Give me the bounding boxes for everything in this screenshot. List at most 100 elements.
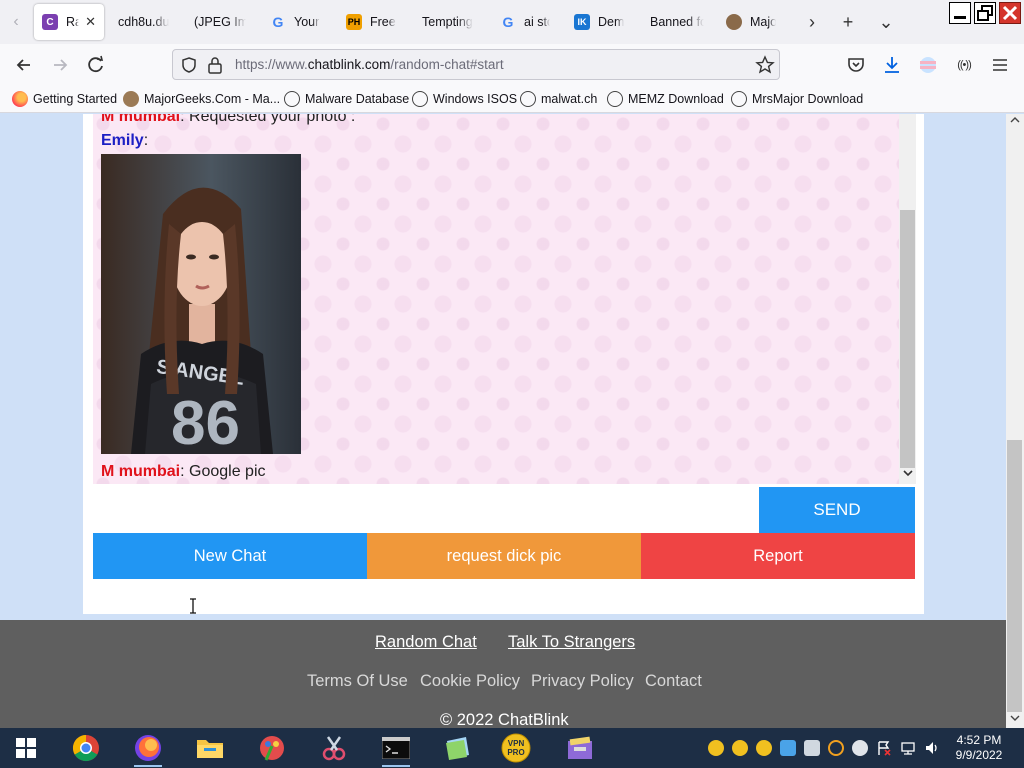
bookmark-memz-download[interactable]: MEMZ Download [607,91,724,107]
tab-major[interactable]: Major [718,4,784,40]
tab-label: Ran [66,15,80,29]
chat-actions: New Chat request dick pic Report [93,533,915,579]
bookmark-mrsmajor-download[interactable]: MrsMajor Download [731,91,863,107]
notes-icon[interactable] [442,732,474,764]
report-button[interactable]: Report [641,533,915,579]
footer-link-terms[interactable]: Terms Of Use [307,672,408,691]
firefox-icon[interactable] [132,732,164,767]
new-chat-button[interactable]: New Chat [93,533,367,579]
tab-label: (JPEG Ima [194,15,246,29]
tab-ai-stor[interactable]: G ai stor [492,4,558,40]
sender-name: M mumbai [101,463,181,480]
bookmark-getting-started[interactable]: Getting Started [12,91,117,107]
scroll-tabs-right-icon[interactable]: › [800,10,824,34]
vpn-tray-icon[interactable] [708,740,724,756]
tab-label: Your S [294,15,320,29]
message-input[interactable] [93,487,759,533]
flag-tray-icon[interactable] [876,740,892,756]
scissors-icon[interactable] [318,732,350,764]
message-composer: SEND [93,487,915,533]
footer-link-privacy-policy[interactable]: Privacy Policy [531,672,634,691]
chat-message: M mumbai: Google pic [101,463,266,481]
chat-scrollbar[interactable] [899,114,916,484]
close-tab-icon[interactable]: ✕ [85,14,96,30]
shared-photo[interactable]: S ANGEL 86 [101,154,301,454]
network-share-tray-icon[interactable] [780,740,796,756]
padlock-icon[interactable] [207,56,223,77]
network-tray-icon[interactable] [900,740,916,756]
minus-tray-icon[interactable] [852,740,868,756]
bookmark-star-icon[interactable] [755,55,775,78]
bookmarks-toolbar: Getting Started MajorGeeks.Com - Ma... M… [0,86,1024,113]
tab-tempting[interactable]: Tempting [414,4,482,40]
svg-text:VPN: VPN [508,739,525,748]
back-icon[interactable] [12,53,36,77]
extension-icon[interactable]: ((•)) [952,53,976,77]
archive-icon[interactable] [564,732,596,764]
vpn-tray-icon[interactable] [732,740,748,756]
scroll-tabs-left-icon[interactable]: ‹ [6,12,26,32]
footer-link-talk-to-strangers[interactable]: Talk To Strangers [508,633,635,652]
request-button[interactable]: request dick pic [367,533,641,579]
app-tray-icon[interactable] [804,740,820,756]
tab-banned-fo[interactable]: Banned fo [642,4,712,40]
url-text[interactable]: https://www.chatblink.com/random-chat#st… [235,57,504,72]
globe-icon [412,91,428,107]
page-scrollbar-thumb[interactable] [1007,440,1022,712]
chat-log: M mumbai: Requested your photo : Emily: [93,114,899,484]
address-bar[interactable]: https://www.chatblink.com/random-chat#st… [172,49,780,80]
vpn-pro-icon[interactable]: VPN PRO [500,732,532,764]
hamburger-menu-icon[interactable] [988,53,1012,77]
page-scrollbar[interactable] [1006,114,1024,728]
tab-cdh8u[interactable]: cdh8u.du [110,4,188,40]
file-explorer-icon[interactable] [194,732,226,764]
windows-start-icon[interactable] [10,732,42,764]
vpn-tray-icon[interactable] [756,740,772,756]
scroll-down-arrow-icon[interactable] [1006,712,1024,726]
chat-scrollbar-thumb[interactable] [900,210,915,468]
account-avatar-icon[interactable] [916,53,940,77]
send-button[interactable]: SEND [759,487,915,533]
globe-icon [731,91,747,107]
tab-jpeg-image[interactable]: (JPEG Ima [186,4,254,40]
tab-your-s[interactable]: G Your S [262,4,328,40]
close-window-icon[interactable] [999,2,1021,24]
list-all-tabs-icon[interactable]: ⌄ [874,10,898,34]
page-viewport: M mumbai: Requested your photo : Emily: [0,114,1006,728]
tab-random-chat[interactable]: C Ran ✕ [34,4,104,40]
reload-icon[interactable] [84,53,108,77]
text-cursor-icon [190,598,196,614]
bookmark-malware-database[interactable]: Malware Database [284,91,409,107]
navigation-toolbar: https://www.chatblink.com/random-chat#st… [0,44,1024,86]
scroll-down-arrow-icon[interactable] [899,468,916,484]
tab-label: Tempting [422,15,473,29]
forward-icon[interactable] [48,53,72,77]
bookmark-label: MajorGeeks.Com - Ma... [144,92,281,106]
footer-link-cookie-policy[interactable]: Cookie Policy [420,672,520,691]
pocket-icon[interactable] [844,53,868,77]
footer-link-random-chat[interactable]: Random Chat [375,633,477,652]
clock-time: 4:52 PM [956,733,1002,747]
chrome-icon[interactable] [70,732,102,764]
taskbar-clock[interactable]: 4:52 PM 9/9/2022 [950,733,1008,763]
scroll-up-arrow-icon[interactable] [1006,114,1024,128]
tab-demo[interactable]: IK Demo [566,4,632,40]
tracking-protection-shield-icon[interactable] [180,56,198,77]
bookmark-malwatch[interactable]: malwat.ch [520,91,597,107]
downloads-icon[interactable] [880,53,904,77]
tab-bar: ‹ C Ran ✕ cdh8u.du (JPEG Ima G Your S PH… [0,0,1024,44]
restore-window-icon[interactable] [974,2,996,24]
paint-icon[interactable] [256,732,288,764]
minimize-window-icon[interactable] [949,2,971,24]
tab-free-p[interactable]: PH Free P [338,4,404,40]
bookmark-windows-isos[interactable]: Windows ISOS [412,91,517,107]
new-tab-icon[interactable]: + [836,10,860,34]
volume-tray-icon[interactable] [924,740,940,756]
firefox-icon [12,91,28,107]
tab-label: Demo [598,15,624,29]
cmd-icon[interactable] [380,732,412,767]
footer-link-contact[interactable]: Contact [645,672,702,691]
copyright-text: © 2022 ChatBlink [440,711,569,728]
search-tray-icon[interactable] [828,740,844,756]
bookmark-majorgeeks[interactable]: MajorGeeks.Com - Ma... [123,91,280,107]
